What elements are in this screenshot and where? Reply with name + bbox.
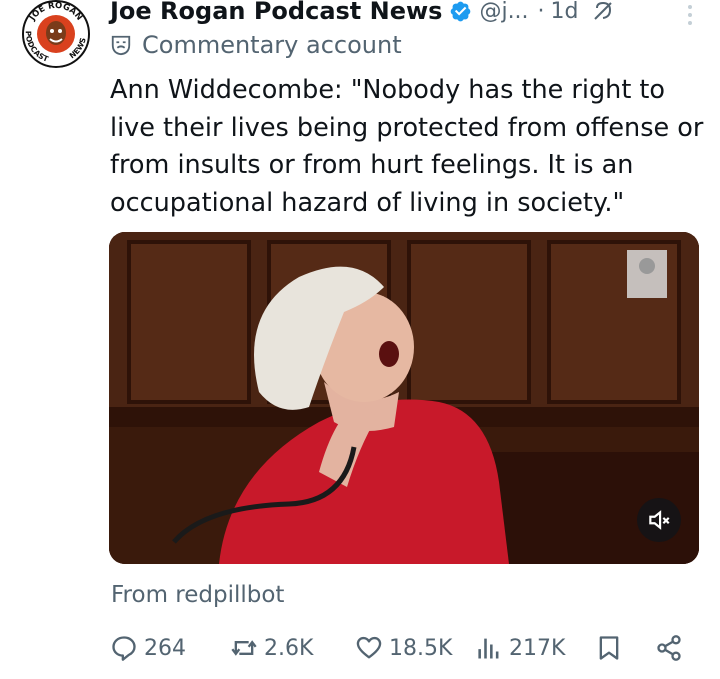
reply-button[interactable]: 264 (110, 628, 186, 668)
bookmark-button[interactable] (595, 628, 623, 668)
commentary-label-text: Commentary account (142, 31, 402, 59)
bookmark-icon (599, 636, 619, 660)
mute-icon (649, 510, 670, 530)
repost-button[interactable]: 2.6K (230, 628, 313, 668)
grok-icon[interactable] (591, 0, 615, 23)
like-count: 18.5K (389, 635, 453, 661)
more-icon[interactable] (686, 4, 694, 26)
commentary-mask-icon (111, 35, 131, 56)
reply-icon (112, 636, 136, 661)
tweet-text: Ann Widdecombe: "Nobody has the right to… (110, 75, 704, 218)
repost-icon (231, 640, 257, 656)
repost-count: 2.6K (264, 635, 314, 661)
like-icon (356, 636, 382, 659)
verified-badge-icon (451, 1, 471, 21)
media-source[interactable]: From redpillbot (111, 582, 284, 608)
tweet-header: Joe Rogan Podcast News @j... · 1d (110, 0, 615, 28)
author-handle[interactable]: @j... (479, 0, 528, 24)
mute-button[interactable] (637, 498, 681, 542)
share-button[interactable] (655, 628, 683, 668)
share-icon (657, 635, 681, 661)
views-button[interactable]: 217K (475, 628, 565, 668)
author-avatar[interactable]: JOE ROGAN PODCAST NEWS (18, 0, 94, 68)
time-separator: · (537, 0, 545, 24)
like-button[interactable]: 18.5K (355, 628, 452, 668)
tweet-actions: 264 2.6K 18.5K 217K (110, 628, 700, 668)
tweet-video[interactable] (109, 232, 699, 564)
tweet-time[interactable]: 1d (551, 0, 579, 24)
view-count: 217K (509, 635, 566, 661)
video-frame (109, 232, 699, 564)
views-icon (478, 638, 499, 659)
commentary-account-label: Commentary account (110, 31, 402, 59)
reply-count: 264 (144, 635, 186, 661)
author-name[interactable]: Joe Rogan Podcast News (110, 0, 442, 25)
